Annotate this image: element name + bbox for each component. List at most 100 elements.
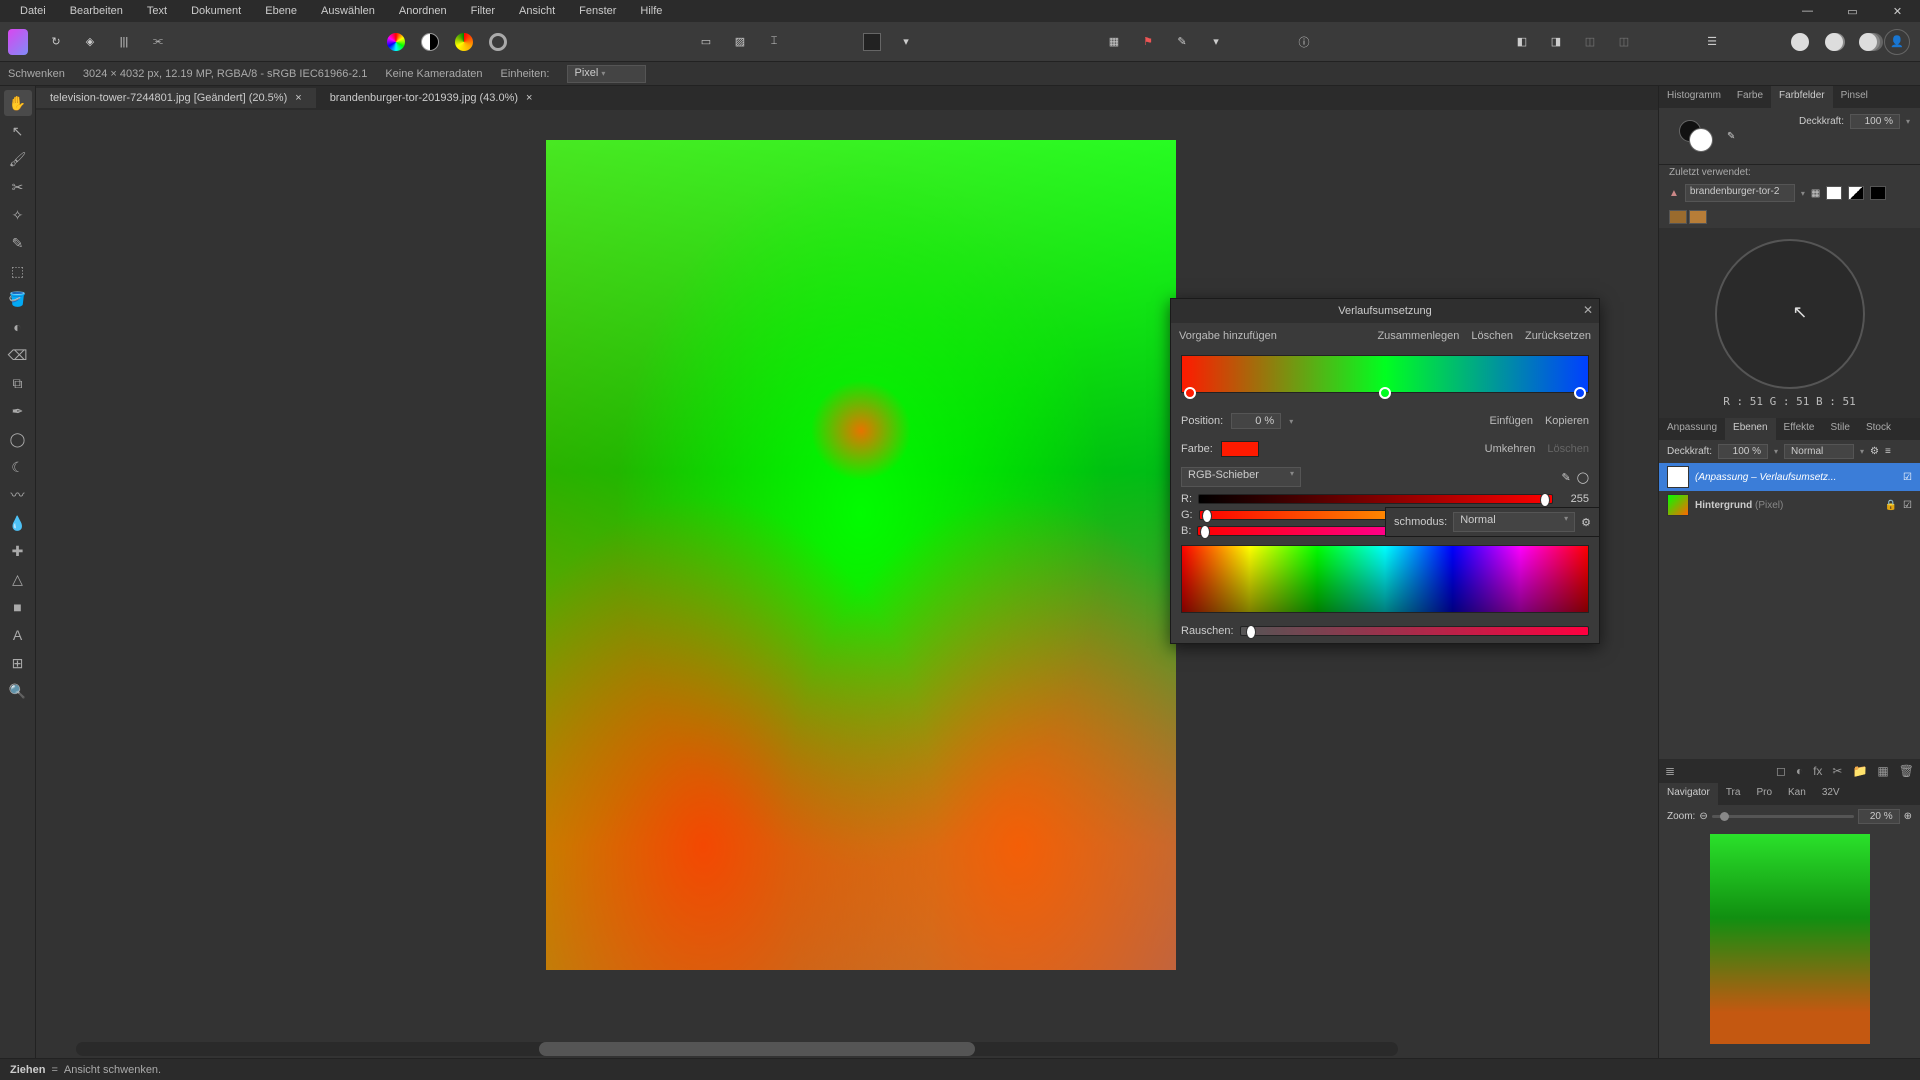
grid-view-icon[interactable]: ▦ [1811,188,1820,199]
menu-filter[interactable]: Filter [459,2,507,20]
ring-icon[interactable] [484,28,512,56]
dodge-tool-icon[interactable]: ◯ [4,426,32,452]
info-icon[interactable]: ⓘ [1290,28,1318,56]
add-preset-button[interactable]: Vorgabe hinzufügen [1179,330,1277,342]
crop-layer-icon[interactable]: ✂ [1832,764,1842,778]
layer-add-icon[interactable]: ◧ [1508,28,1536,56]
zoom-slider[interactable] [1712,815,1854,818]
insert-button[interactable]: Einfügen [1490,415,1533,427]
tab-effects[interactable]: Effekte [1776,418,1823,440]
circle3-icon[interactable] [1854,28,1882,56]
merge-button[interactable]: Zusammenlegen [1377,330,1459,342]
marquee-icon[interactable]: ▭ [692,28,720,56]
menu-view[interactable]: Ansicht [507,2,567,20]
crop-dropdown[interactable] [858,28,886,56]
tab-swatches[interactable]: Farbfelder [1771,86,1833,108]
tab-styles[interactable]: Stile [1822,418,1857,440]
tab-navigator[interactable]: Navigator [1659,783,1718,805]
blur-tool-icon[interactable]: 💧 [4,510,32,536]
color-well[interactable] [1679,120,1711,152]
share-icon[interactable]: ⫘ [144,28,172,56]
crop-dropdown-chevron[interactable]: ▾ [892,28,920,56]
reset-button[interactable]: Zurücksetzen [1525,330,1591,342]
r-slider[interactable] [1198,494,1553,504]
tab-transform[interactable]: Tra [1718,783,1749,805]
swatch-1[interactable] [1669,210,1687,224]
fx-icon[interactable]: fx [1813,764,1822,778]
clone-tool-icon[interactable]: ⧉ [4,370,32,396]
menu-text[interactable]: Text [135,2,179,20]
heal-tool-icon[interactable]: ✚ [4,538,32,564]
grid-icon[interactable]: ▦ [1100,28,1128,56]
layer-menu-icon[interactable]: ≡ [1885,446,1891,457]
trash-icon[interactable]: 🗑 [1899,764,1914,778]
position-input[interactable]: 0 % [1231,413,1281,429]
delete-button[interactable]: Löschen [1471,330,1513,342]
brush-tool-icon[interactable]: 🖌 [4,146,32,172]
gradient-stop-2[interactable] [1379,387,1391,399]
eyedropper-icon[interactable]: ✎ [1561,471,1570,484]
scrollbar-thumb[interactable] [539,1042,975,1056]
color-swatch-icon[interactable] [450,28,478,56]
eyedropper-target-icon[interactable]: ◯ [1577,471,1589,484]
swatch-white-icon[interactable] [1826,186,1842,200]
gear-icon[interactable]: ⚙ [1870,446,1879,457]
layer-row-adjustment[interactable]: (Anpassung – Verlaufsumsetz... ☑ [1659,463,1920,491]
tab-histogram[interactable]: Histogramm [1659,86,1729,108]
recent-preset-select[interactable]: brandenburger-tor-2 [1685,184,1795,202]
add-layer-icon[interactable]: ▦ [1877,764,1888,778]
tab-layers[interactable]: Ebenen [1725,418,1775,440]
pencil-tool-icon[interactable]: ✎ [4,230,32,256]
sharpen-tool-icon[interactable]: △ [4,566,32,592]
navigator-preview[interactable] [1710,834,1870,1044]
layers-stack-icon[interactable]: ≣ [1665,764,1675,778]
zoom-out-icon[interactable]: ⊖ [1699,811,1707,822]
dialog-close-icon[interactable]: ✕ [1583,303,1593,317]
refresh-icon[interactable]: ↻ [42,28,70,56]
tab-pro[interactable]: Pro [1748,783,1780,805]
shape-tool-icon[interactable]: ■ [4,594,32,620]
tab-stock[interactable]: Stock [1858,418,1899,440]
horizontal-scrollbar[interactable] [76,1042,1398,1056]
wand-tool-icon[interactable]: ✧ [4,202,32,228]
user-avatar-icon[interactable]: 👤 [1884,29,1910,55]
bw-circle-icon[interactable] [416,28,444,56]
gradient-bar[interactable] [1181,355,1589,393]
menu-icon[interactable]: ☰ [1698,28,1726,56]
layer-dup-icon[interactable]: ◨ [1542,28,1570,56]
opacity-input[interactable]: 100 % [1850,114,1900,129]
smudge-tool-icon[interactable]: 〰 [4,482,32,508]
tab-close-icon[interactable]: × [526,92,532,104]
color-wheel-icon[interactable] [382,28,410,56]
crop-tool-icon[interactable]: ✂ [4,174,32,200]
eyedropper-icon[interactable]: ✎ [1727,131,1735,142]
gradient-tool-icon[interactable]: ◐ [4,314,32,340]
eraser-tool-icon[interactable]: ⌫ [4,342,32,368]
menu-arrange[interactable]: Anordnen [387,2,459,20]
color-model-select[interactable]: RGB-Schieber ▾ [1181,467,1301,487]
zoom-in-icon[interactable]: ⊕ [1904,811,1912,822]
color-swatch-button[interactable] [1221,441,1259,457]
dialog-titlebar[interactable]: Verlaufsumsetzung ✕ [1171,299,1599,323]
circle1-icon[interactable] [1786,28,1814,56]
noise-slider[interactable] [1240,626,1589,636]
adjustment-icon[interactable]: ◐ [1796,764,1803,778]
folder-icon[interactable]: 📁 [1852,764,1867,778]
pen-dropdown-chevron[interactable]: ▾ [1202,28,1230,56]
tab-channels[interactable]: Kan [1780,783,1814,805]
menu-layer[interactable]: Ebene [253,2,309,20]
tab-close-icon[interactable]: × [295,92,301,104]
red-flag-icon[interactable]: ⚑ [1134,28,1162,56]
r-value[interactable]: 255 [1559,493,1589,505]
menu-select[interactable]: Auswählen [309,2,387,20]
maximize-button[interactable]: ▭ [1830,0,1875,22]
layer-up-icon[interactable]: ◫ [1576,28,1604,56]
layer-row-background[interactable]: Hintergrund (Pixel) 🔒 ☑ [1659,491,1920,519]
gradient-stop-3[interactable] [1574,387,1586,399]
swatch-2[interactable] [1689,210,1707,224]
pen-dropdown-icon[interactable]: ✎ [1168,28,1196,56]
pen-tool-icon[interactable]: ✒ [4,398,32,424]
spectrum-picker[interactable] [1181,545,1589,613]
zoom-value-input[interactable]: 20 % [1858,809,1900,824]
document-tab-1[interactable]: television-tower-7244801.jpg [Geändert] … [36,88,316,108]
